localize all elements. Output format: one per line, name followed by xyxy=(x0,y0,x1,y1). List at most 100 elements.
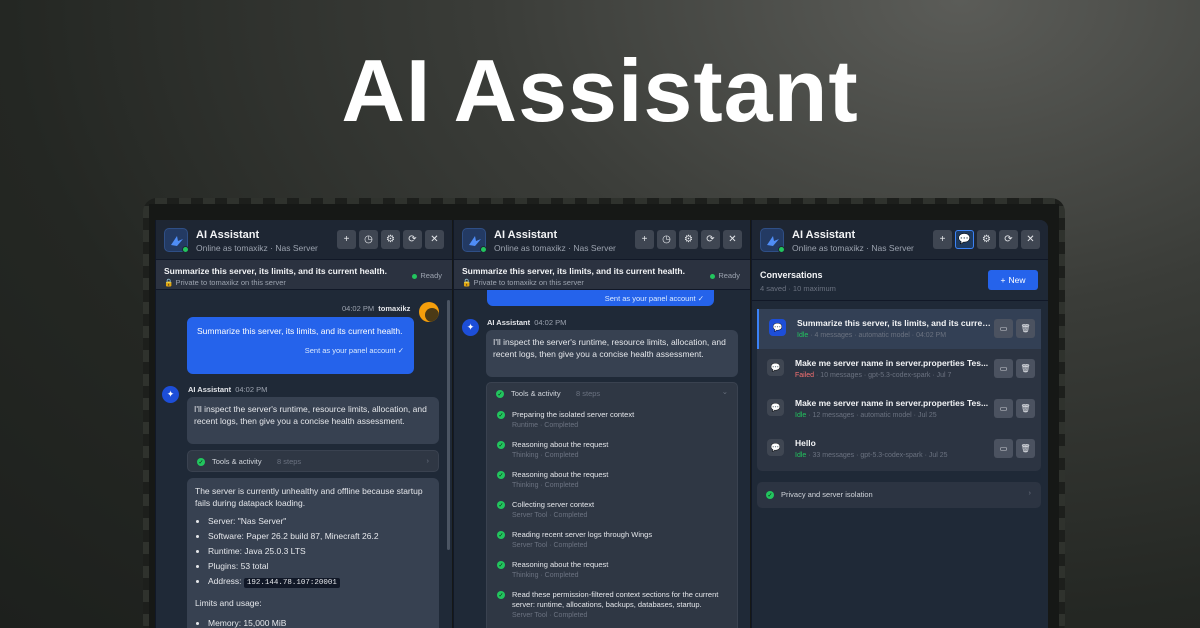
activity-step: ✓ Reasoning about the request Thinking ·… xyxy=(497,560,732,579)
conversation-item[interactable]: 💬 Make me server name in server.properti… xyxy=(757,349,1041,389)
delete-button[interactable]: 🗑 xyxy=(1016,439,1035,458)
step-kind: Thinking · Completed xyxy=(512,452,579,459)
new-conversation-button[interactable]: + New xyxy=(988,270,1038,290)
ai-name: AI Assistant xyxy=(188,385,232,394)
conversation-details: · 12 messages · automatic model · Jul 25 xyxy=(808,412,937,419)
close-button[interactable]: ✕ xyxy=(723,230,742,249)
status-text: Ready xyxy=(420,271,442,280)
user-message-meta: 04:02 PM tomaxikz xyxy=(342,304,410,313)
ai-message-bubble: I'll inspect the server's runtime, resou… xyxy=(187,397,439,444)
server-facts-list: Server: "Nas Server" Software: Paper 26.… xyxy=(195,515,431,589)
chevron-right-icon: › xyxy=(1028,488,1032,497)
ai-avatar-icon: ✦ xyxy=(462,319,479,336)
close-button[interactable]: ✕ xyxy=(1021,230,1040,249)
activity-panel: AI Assistant Online as tomaxikz · Nas Se… xyxy=(453,220,750,628)
address-label: Address: xyxy=(208,576,242,586)
refresh-button[interactable]: ⟳ xyxy=(403,230,422,249)
archive-button[interactable]: ▭ xyxy=(994,319,1013,338)
panel-header: AI Assistant Online as tomaxikz · Nas Se… xyxy=(156,220,452,260)
activity-step: ✓ Reasoning about the request Thinking ·… xyxy=(497,470,732,489)
chat-scrollbar[interactable] xyxy=(447,300,450,550)
user-message-bubble: Summarize this server, its limits, and i… xyxy=(187,317,414,374)
archive-button[interactable]: ▭ xyxy=(994,439,1013,458)
conversations-button[interactable]: 💬 xyxy=(955,230,974,249)
status-badge: Ready xyxy=(710,271,740,280)
privacy-isolation-toggle[interactable]: ✓ Privacy and server isolation › xyxy=(757,482,1041,508)
refresh-button[interactable]: ⟳ xyxy=(701,230,720,249)
conversation-details: · 4 messages · automatic model · 04:02 P… xyxy=(810,332,947,339)
conversations-panel: AI Assistant Online as tomaxikz · Nas Se… xyxy=(751,220,1048,628)
panel-subtitle: Online as tomaxikz · Nas Server xyxy=(196,243,318,253)
privacy-note-text: Private to tomaxikz on this server xyxy=(175,278,286,287)
archive-button[interactable]: ▭ xyxy=(994,359,1013,378)
new-chat-button[interactable]: + xyxy=(635,230,654,249)
assistant-logo-icon xyxy=(164,228,189,253)
status-dot-icon xyxy=(412,273,418,279)
step-kind: Thinking · Completed xyxy=(512,482,579,489)
conversation-meta: Idle · 4 messages · automatic model · 04… xyxy=(797,332,946,339)
refresh-button[interactable]: ⟳ xyxy=(999,230,1018,249)
plus-icon: + xyxy=(1000,275,1006,285)
online-indicator xyxy=(182,246,189,253)
new-chat-button[interactable]: + xyxy=(337,230,356,249)
panel-subtitle: Online as tomaxikz · Nas Server xyxy=(494,243,616,253)
panel-title: AI Assistant xyxy=(196,229,260,241)
check-icon: ✓ xyxy=(497,501,505,509)
check-icon: ✓ xyxy=(497,591,505,599)
conversation-item[interactable]: 💬 Hello Idle · 33 messages · gpt-5.3-cod… xyxy=(757,429,1041,469)
conversation-status: Failed xyxy=(795,372,815,379)
ai-avatar-icon: ✦ xyxy=(162,386,179,403)
tools-activity-toggle[interactable]: ✓ Tools & activity 8 steps › xyxy=(187,450,439,472)
conversations-subtitle: 4 saved · 10 maximum xyxy=(760,284,836,293)
activity-step: ✓ Reading recent server logs through Win… xyxy=(497,530,732,549)
hero-title: AI Assistant xyxy=(341,41,859,140)
step-title: Preparing the isolated server context xyxy=(512,410,635,419)
online-indicator xyxy=(480,246,487,253)
limits-heading: Limits and usage: xyxy=(195,598,262,608)
activity-step: ✓ Reasoning about the request Thinking ·… xyxy=(497,440,732,459)
history-button[interactable]: ◷ xyxy=(359,230,378,249)
status-dot-icon xyxy=(710,273,716,279)
sent-as-text: Sent as your panel account xyxy=(604,294,696,303)
panel-header: AI Assistant Online as tomaxikz · Nas Se… xyxy=(454,220,750,260)
privacy-label: Privacy and server isolation xyxy=(781,490,873,499)
panel-subtitle: Online as tomaxikz · Nas Server xyxy=(792,243,914,253)
header-toolbar: + ◷ ⚙ ⟳ ✕ xyxy=(337,230,444,249)
chat-bubbles-icon: 💬 xyxy=(767,359,784,376)
ai-message-time: 04:02 PM xyxy=(534,318,567,327)
delete-button[interactable]: 🗑 xyxy=(1016,359,1035,378)
delete-button[interactable]: 🗑 xyxy=(1016,319,1035,338)
user-avatar xyxy=(419,302,439,322)
conversation-item[interactable]: 💬 Make me server name in server.properti… xyxy=(757,389,1041,429)
tools-activity-expanded: ✓ Tools & activity 8 steps ⌄ ✓ Preparing… xyxy=(486,382,738,628)
settings-button[interactable]: ⚙ xyxy=(381,230,400,249)
conversation-title: Hello xyxy=(795,438,816,448)
new-chat-button[interactable]: + xyxy=(933,230,952,249)
tools-steps-count: 8 steps xyxy=(277,457,302,466)
activity-step: ✓ Collecting server context Server Tool … xyxy=(497,500,732,519)
history-button[interactable]: ◷ xyxy=(657,230,676,249)
assistant-logo-icon xyxy=(760,228,785,253)
tools-activity-toggle[interactable]: ✓ Tools & activity 8 steps ⌄ xyxy=(487,383,737,405)
activity-step: ✓ Preparing the isolated server context … xyxy=(497,410,732,429)
conversation-meta: Idle · 33 messages · gpt-5.3-codex-spark… xyxy=(795,452,948,459)
panel-title: AI Assistant xyxy=(792,229,856,241)
privacy-note-text: Private to tomaxikz on this server xyxy=(473,278,584,287)
user-message-bubble-tail: Sent as your panel account ✓ xyxy=(487,290,714,306)
conversation-title: Make me server name in server.properties… xyxy=(795,358,989,368)
check-icon: ✓ xyxy=(497,411,505,419)
conversation-item[interactable]: 💬 Summarize this server, its limits, and… xyxy=(757,309,1041,349)
close-button[interactable]: ✕ xyxy=(425,230,444,249)
step-title: Reading recent server logs through Wings xyxy=(512,530,653,539)
settings-button[interactable]: ⚙ xyxy=(977,230,996,249)
settings-button[interactable]: ⚙ xyxy=(679,230,698,249)
conversation-status: Idle xyxy=(797,332,809,339)
step-title: Read these permission-filtered context s… xyxy=(512,590,719,609)
archive-button[interactable]: ▭ xyxy=(994,399,1013,418)
delete-button[interactable]: 🗑 xyxy=(1016,399,1035,418)
step-kind: Runtime · Completed xyxy=(512,422,579,429)
ai-message-time: 04:02 PM xyxy=(235,385,268,394)
conversation-list: 💬 Summarize this server, its limits, and… xyxy=(757,309,1041,471)
fact-item: Plugins: 53 total xyxy=(208,560,431,572)
limits-list: Memory: 15,000 MiB xyxy=(195,617,431,628)
